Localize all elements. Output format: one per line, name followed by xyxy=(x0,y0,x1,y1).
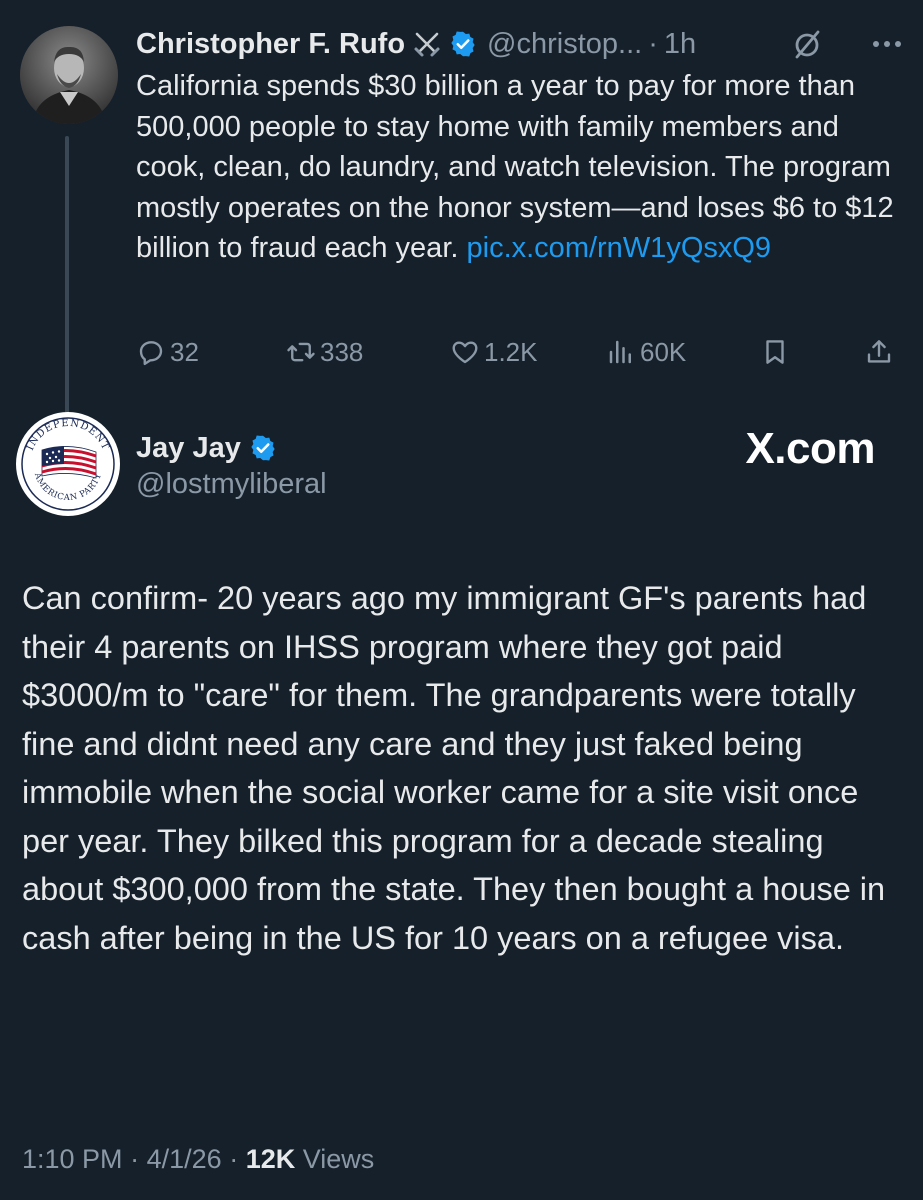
like-count: 1.2K xyxy=(484,336,538,367)
verified-badge-icon xyxy=(251,435,275,461)
bookmark-icon xyxy=(766,340,784,364)
like-button[interactable]: 1.2K xyxy=(450,334,538,370)
meta-separator: · xyxy=(229,1144,239,1174)
repost-button[interactable]: 338 xyxy=(286,334,363,370)
xcom-watermark: X.com xyxy=(745,424,875,473)
views-icon xyxy=(609,340,631,364)
media-link[interactable]: pic.x.com/rnW1yQsxQ9 xyxy=(467,232,772,264)
post-views-count: 12K xyxy=(245,1144,296,1174)
author-name[interactable]: Christopher F. Rufo xyxy=(136,28,405,61)
reply-tweet-header: Jay Jay xyxy=(136,428,277,468)
bookmark-button[interactable] xyxy=(760,334,794,370)
tweet-action-bar: 32 338 1.2K 60K xyxy=(136,334,900,370)
views-count: 60K xyxy=(640,336,687,367)
meta-separator: · xyxy=(130,1144,140,1174)
separator-dot: · xyxy=(648,27,658,60)
x-post-screenshot: Christopher F. Rufo @christop... · 1h Ca… xyxy=(0,0,923,1200)
share-icon xyxy=(867,340,891,363)
reply-count: 32 xyxy=(170,336,199,367)
grok-icon[interactable] xyxy=(792,28,822,60)
repost-icon xyxy=(287,342,315,362)
verified-badge-icon xyxy=(451,31,475,57)
repost-count: 338 xyxy=(320,336,364,367)
post-views-label: Views xyxy=(302,1144,375,1174)
reply-tweet-text: Can confirm- 20 years ago my immigrant G… xyxy=(22,580,886,956)
avatar-photo-icon xyxy=(20,26,118,124)
party-logo-icon: INDEPENDENT AMERICAN PARTY xyxy=(17,413,119,515)
parent-tweet-header: Christopher F. Rufo @christop... · 1h xyxy=(136,24,906,64)
share-button[interactable] xyxy=(864,334,898,370)
parent-tweet-text: California spends $30 billion a year to … xyxy=(136,66,896,269)
heart-icon xyxy=(452,341,478,364)
post-time[interactable]: 1h xyxy=(664,28,696,61)
reply-author-name[interactable]: Jay Jay xyxy=(136,432,241,465)
author-avatar-rufo[interactable] xyxy=(20,26,118,124)
views-button[interactable]: 60K xyxy=(606,334,686,370)
post-meta: 1:10 PM · 4/1/26 · 12K Views xyxy=(22,1144,374,1175)
post-date[interactable]: 4/1/26 xyxy=(147,1144,222,1174)
post-timestamp[interactable]: 1:10 PM xyxy=(22,1144,123,1174)
thread-connector-line xyxy=(65,136,69,414)
author-handle[interactable]: @christop... xyxy=(487,28,642,61)
reply-author-handle[interactable]: @lostmyliberal xyxy=(136,468,327,501)
crossed-swords-icon xyxy=(414,32,440,57)
reply-icon xyxy=(139,341,163,366)
author-avatar-jayjay[interactable]: INDEPENDENT AMERICAN PARTY xyxy=(16,412,120,516)
reply-button[interactable]: 32 xyxy=(136,334,199,370)
more-icon[interactable] xyxy=(872,40,902,48)
